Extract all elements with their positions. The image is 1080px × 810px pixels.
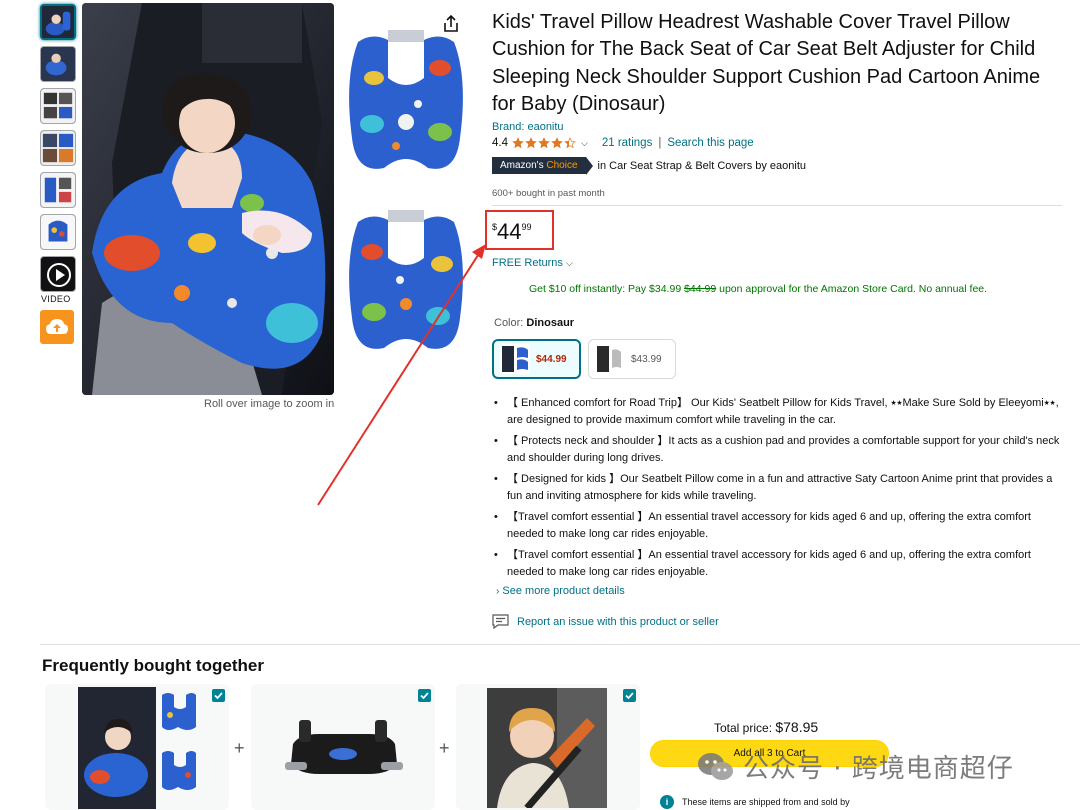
fbt-item-3[interactable] (456, 684, 640, 810)
swatch-image (500, 344, 530, 374)
checkmark-icon (420, 692, 429, 700)
zoom-hint: Roll over image to zoom in (204, 398, 335, 410)
color-label-text: Color: (494, 317, 527, 329)
video-thumbnail[interactable] (40, 256, 76, 292)
bought-count: 600+ bought in past month (492, 188, 605, 199)
thumbnail-strip: VIDEO (40, 4, 78, 344)
wechat-logo-icon (698, 752, 733, 780)
fbt-item-1-checkbox[interactable] (212, 689, 225, 702)
thumbnail-3[interactable] (40, 88, 76, 124)
cloud-upload-icon (46, 319, 68, 334)
video-label: VIDEO (41, 294, 71, 304)
star-icon (551, 137, 563, 149)
thumbnail-1[interactable] (40, 4, 76, 40)
share-icon[interactable] (441, 14, 461, 34)
star-icon (512, 137, 524, 149)
feature-bullet: 【 Enhanced comfort for Road Trip】 Our Ki… (494, 395, 1064, 429)
chevron-down-icon[interactable]: ⌵ (581, 138, 588, 149)
rating-value: 4.4 (492, 137, 508, 149)
fbt-item-2-checkbox[interactable] (418, 689, 431, 702)
star-rating[interactable] (512, 137, 577, 149)
shipping-note: i These items are shipped from and sold … (660, 795, 850, 809)
star-icon (525, 137, 537, 149)
badge-category[interactable]: in Car Seat Strap & Belt Covers by eaoni… (598, 160, 807, 172)
swatch-price: $43.99 (631, 353, 662, 365)
chevron-right-icon: › (496, 586, 500, 597)
shipping-note-text: These items are shipped from and sold by (682, 797, 850, 807)
search-page-link[interactable]: Search this page (667, 137, 753, 149)
star-icon (538, 137, 550, 149)
total-price: Total price: $78.95 (714, 719, 818, 735)
feature-bullet: 【 Designed for kids 】Our Seatbelt Pillow… (494, 471, 1064, 505)
info-icon: i (660, 795, 674, 809)
feature-bullet: 【 Protects neck and shoulder 】It acts as… (494, 433, 1064, 467)
thumbnail-6[interactable] (40, 214, 76, 250)
price: $ 44 99 (492, 220, 532, 244)
checkmark-icon (625, 692, 634, 700)
fbt-plus: + (234, 738, 245, 758)
see-more-label: See more product details (502, 585, 625, 597)
see-more-link[interactable]: › See more product details (496, 585, 625, 597)
choice-badge-row: Amazon's Choice in Car Seat Strap & Belt… (492, 157, 807, 175)
fbt-title: Frequently bought together (42, 656, 264, 675)
offer-strike-price: $44.99 (684, 283, 717, 295)
fbt-item-2[interactable] (251, 684, 435, 810)
report-icon (492, 614, 509, 629)
badge-prefix: Amazon's (500, 160, 544, 171)
ratings-count-link[interactable]: 21 ratings (602, 137, 653, 149)
fbt-item-3-checkbox[interactable] (623, 689, 636, 702)
feature-bullet: 【Travel comfort essential 】An essential … (494, 509, 1064, 543)
fbt-item-2-image (285, 720, 403, 774)
offer-prefix: Get $10 off instantly: Pay $34.99 (529, 283, 685, 295)
thumbnail-5[interactable] (40, 172, 76, 208)
main-product-image[interactable] (82, 3, 334, 395)
feature-bullet: 【Travel comfort essential 】An essential … (494, 547, 1064, 581)
swatch-alternate[interactable]: $43.99 (588, 339, 676, 379)
product-title: Kids' Travel Pillow Headrest Washable Co… (492, 11, 1041, 115)
separator: | (658, 137, 662, 149)
fbt-item-1[interactable] (45, 684, 229, 810)
offer-suffix: upon approval for the Amazon Store Card.… (716, 283, 988, 295)
swatch-price: $44.99 (536, 353, 567, 365)
upload-button[interactable] (40, 310, 74, 344)
report-issue-link[interactable]: Report an issue with this product or sel… (492, 614, 719, 629)
total-label: Total price: (714, 721, 776, 735)
play-icon (56, 269, 65, 281)
color-label: Color: Dinosaur (494, 317, 574, 329)
brand-link[interactable]: Brand: eaonitu (492, 121, 564, 133)
product-pillow-image-1 (344, 28, 468, 178)
checkmark-icon (214, 692, 223, 700)
swatch-image (595, 344, 625, 374)
fbt-plus: + (439, 738, 450, 758)
price-whole: 44 (497, 219, 522, 244)
star-icon (564, 137, 576, 149)
free-returns-label: FREE Returns (492, 257, 563, 269)
chevron-down-icon: ⌵ (565, 258, 573, 268)
section-divider (40, 644, 1080, 645)
amazons-choice-badge: Amazon's Choice (492, 157, 592, 175)
fbt-item-1-image (78, 687, 196, 809)
divider (492, 205, 1062, 206)
product-pillow-image-2 (344, 208, 468, 358)
total-amount: $78.95 (775, 719, 819, 735)
free-returns-link[interactable]: FREE Returns ⌵ (492, 257, 573, 269)
thumbnail-4[interactable] (40, 130, 76, 166)
store-card-offer[interactable]: Get $10 off instantly: Pay $34.99 $44.99… (529, 283, 987, 295)
color-value: Dinosaur (526, 317, 575, 329)
fbt-item-3-image (487, 688, 607, 808)
rating-row: 4.4 ⌵ 21 ratings | Search this page (492, 137, 754, 149)
watermark-text: 公众号 · 跨境电商超仔 (743, 754, 1014, 784)
report-label: Report an issue with this product or sel… (517, 615, 719, 628)
badge-choice: Choice (546, 160, 578, 171)
swatch-dinosaur[interactable]: $44.99 (492, 339, 581, 379)
feature-bullets: 【 Enhanced comfort for Road Trip】 Our Ki… (494, 395, 1064, 585)
thumbnail-2[interactable] (40, 46, 76, 82)
watermark: 公众号 · 跨境电商超仔 (697, 748, 1014, 785)
price-fraction: 99 (521, 222, 532, 232)
